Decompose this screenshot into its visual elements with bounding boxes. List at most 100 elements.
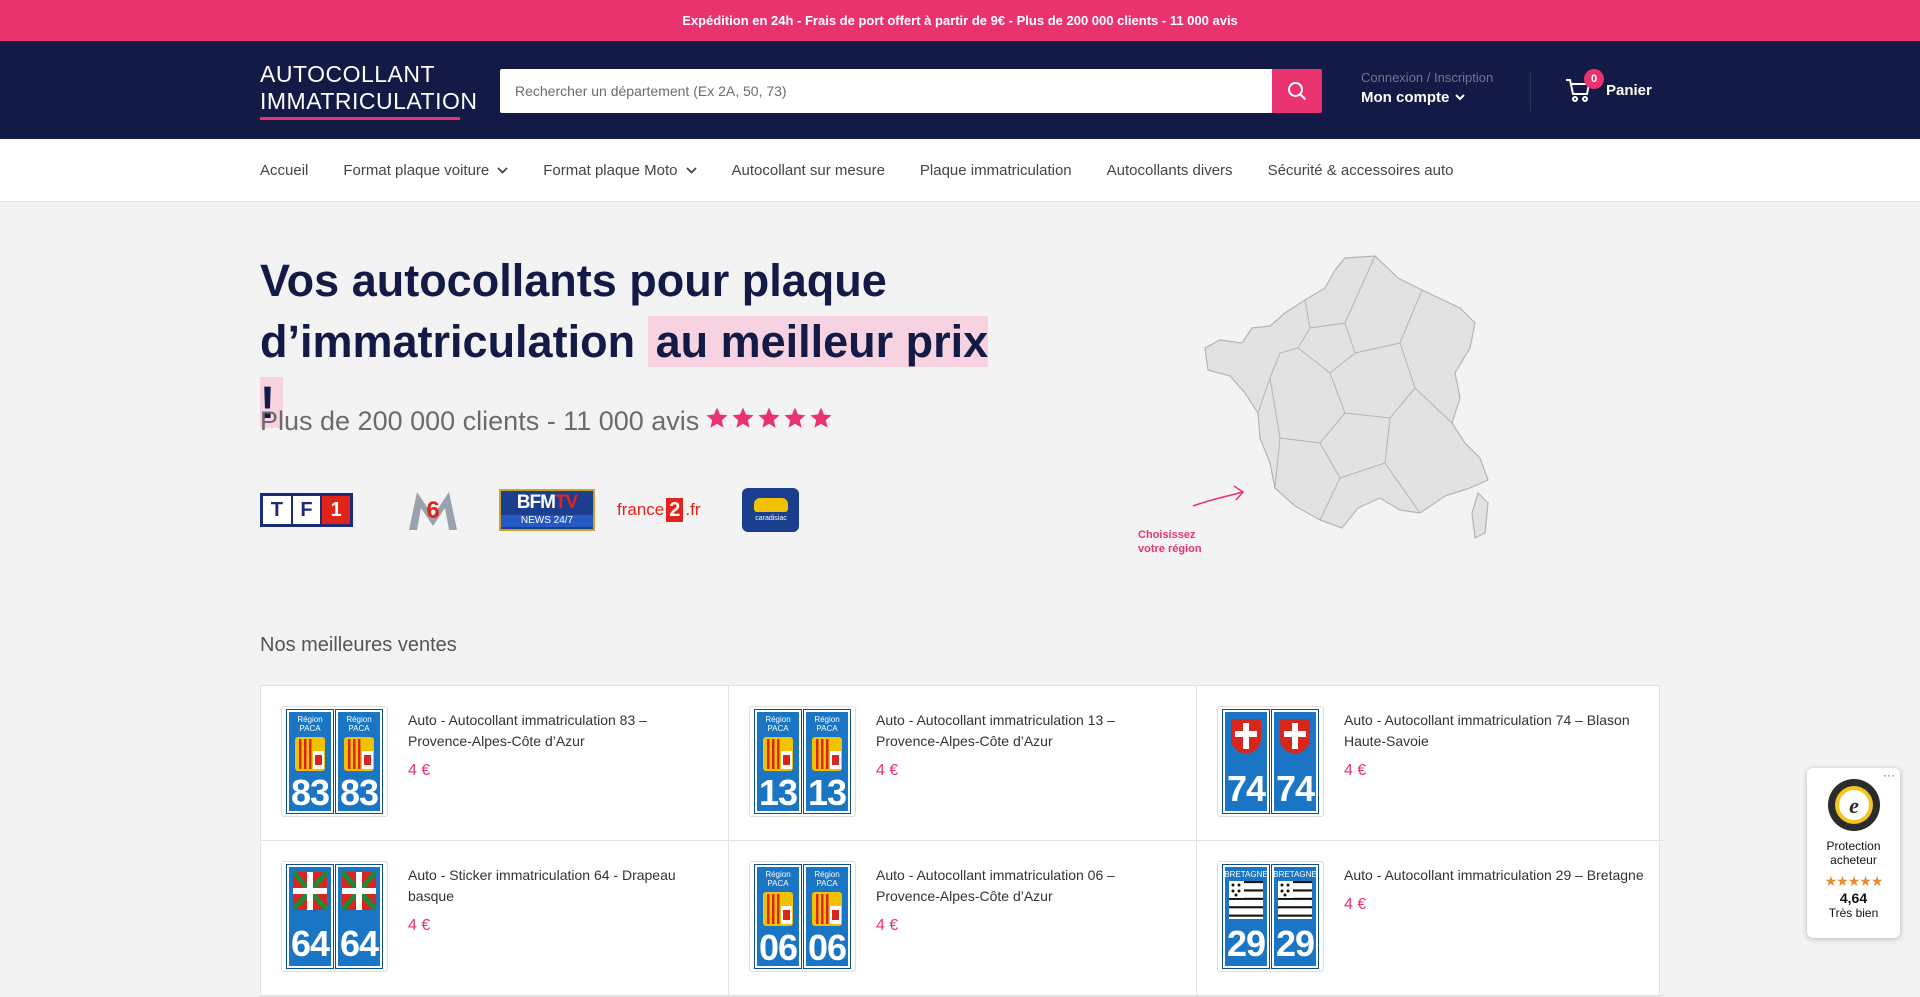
- nav-label: Plaque immatriculation: [919, 161, 1072, 179]
- product-info: Auto - Autocollant immatriculation 83 – …: [408, 706, 708, 820]
- plate-number: 64: [339, 923, 379, 964]
- main-nav: Accueil Format plaque voiture Format pla…: [0, 139, 1920, 202]
- login-link[interactable]: Connexion / Inscription: [1361, 70, 1493, 85]
- product-info: Auto - Autocollant immatriculation 29 – …: [1344, 861, 1644, 975]
- nav-label: Accueil: [260, 161, 309, 179]
- plate-sticker: Région PACA 06: [754, 864, 802, 969]
- plate-region-label: Région PACA: [765, 870, 791, 888]
- search-button[interactable]: [1272, 69, 1322, 113]
- product-title[interactable]: Auto - Autocollant immatriculation 74 – …: [1344, 710, 1644, 752]
- more-options-icon[interactable]: ···: [1883, 768, 1895, 782]
- svg-text:6: 6: [426, 497, 439, 524]
- region-emblem-icon: [810, 890, 844, 928]
- product-title[interactable]: Auto - Autocollant immatriculation 13 – …: [876, 710, 1176, 752]
- svg-text:e: e: [1849, 793, 1859, 818]
- product-info: Auto - Autocollant immatriculation 74 – …: [1344, 706, 1644, 820]
- region-emblem-icon: [1229, 881, 1263, 919]
- trust-stars: ★★★★★: [1824, 873, 1884, 889]
- plate-sticker: 74: [1271, 709, 1319, 814]
- plate-region-label: BRETAGNE: [1273, 870, 1317, 879]
- region-emblem-icon: [761, 890, 795, 928]
- product-price: 4 €: [408, 762, 431, 779]
- chevron-down-icon: [497, 166, 508, 174]
- product-image[interactable]: 64 64: [281, 861, 388, 972]
- product-title[interactable]: Auto - Autocollant immatriculation 29 – …: [1344, 865, 1644, 886]
- plate-sticker: Région PACA 13: [754, 709, 802, 814]
- nav-item-accueil[interactable]: Accueil: [260, 162, 308, 179]
- product-card[interactable]: Région PACA 13 Région PACA 13 Auto - Autocol…: [729, 686, 1197, 841]
- plate-sticker: Région PACA 83: [286, 709, 334, 814]
- plate-number: 83: [339, 772, 379, 813]
- product-card[interactable]: 64 64 Auto - Sticker immatriculation 64 - …: [261, 841, 729, 996]
- france-map[interactable]: [1130, 248, 1500, 568]
- plate-sticker: BRETAGNE 29: [1271, 864, 1319, 969]
- plate-number: 06: [807, 927, 847, 968]
- product-title[interactable]: Auto - Autocollant immatriculation 83 – …: [408, 710, 708, 752]
- plate-sticker: BRETAGNE 29: [1222, 864, 1270, 969]
- nav-item-format-voiture[interactable]: Format plaque voiture: [343, 162, 508, 179]
- region-emblem-icon: [810, 735, 844, 773]
- product-price: 4 €: [1344, 896, 1367, 913]
- plate-region-label: Région PACA: [814, 870, 840, 888]
- product-image[interactable]: Région PACA 83 Région PACA 83: [281, 706, 388, 817]
- account-menu[interactable]: Connexion / Inscription Mon compte: [1361, 70, 1493, 106]
- region-emblem-icon: [761, 735, 795, 773]
- star-icon: [705, 406, 729, 437]
- product-price: 4 €: [408, 917, 431, 934]
- plate-sticker: 64: [286, 864, 334, 969]
- plate-sticker: Région PACA 13: [803, 709, 851, 814]
- product-grid: Région PACA 83 Région PACA 83 Auto - Autocol…: [260, 685, 1664, 997]
- site-logo[interactable]: AUTOCOLLANT IMMATRICULATION: [260, 61, 477, 120]
- product-title[interactable]: Auto - Autocollant immatriculation 06 – …: [876, 865, 1176, 907]
- nav-item-sur-mesure[interactable]: Autocollant sur mesure: [732, 162, 885, 179]
- product-card[interactable]: Région PACA 06 Région PACA 06 Auto - Autocol…: [729, 841, 1197, 996]
- product-image[interactable]: BRETAGNE 29 BRETAGNE 29: [1217, 861, 1324, 972]
- cart-button[interactable]: 0 Panier: [1564, 69, 1652, 104]
- product-price: 4 €: [876, 917, 899, 934]
- search-input[interactable]: [500, 69, 1272, 113]
- m6-logo: 6: [409, 492, 457, 530]
- trusted-seal-icon: e: [1827, 779, 1880, 831]
- nav-item-format-moto[interactable]: Format plaque Moto: [543, 161, 697, 179]
- plate-number: 74: [1226, 768, 1266, 809]
- region-emblem-icon: [291, 870, 329, 912]
- trust-label: Protection acheteur: [1826, 839, 1881, 867]
- star-icon: [809, 406, 833, 437]
- product-title[interactable]: Auto - Sticker immatriculation 64 - Drap…: [408, 865, 708, 907]
- nav-label: Sécurité & accessoires auto: [1267, 161, 1454, 179]
- nav-label: Format plaque Moto: [543, 161, 678, 179]
- nav-item-securite[interactable]: Sécurité & accessoires auto: [1268, 162, 1454, 179]
- product-price: 4 €: [876, 762, 899, 779]
- france2-logo: france 2 .fr: [617, 498, 701, 522]
- header-divider: [1530, 71, 1531, 111]
- product-card[interactable]: 74 74 Auto - Autocollant immatriculation 7…: [1197, 686, 1664, 841]
- region-emblem-icon: [340, 870, 378, 912]
- caradisiac-logo: caradisiac: [742, 488, 800, 532]
- product-info: Auto - Sticker immatriculation 64 - Drap…: [408, 861, 708, 975]
- clients-text: Plus de 200 000 clients - 11 000 avis: [260, 406, 700, 436]
- cart-label: Panier: [1606, 81, 1652, 99]
- region-emblem-icon: [293, 735, 327, 773]
- clients-line: Plus de 200 000 clients - 11 000 avis: [260, 406, 833, 437]
- nav-item-plaque[interactable]: Plaque immatriculation: [920, 162, 1072, 179]
- product-card[interactable]: Région PACA 83 Région PACA 83 Auto - Autocol…: [261, 686, 729, 841]
- region-emblem-icon: [1278, 717, 1312, 755]
- product-price: 4 €: [1344, 762, 1367, 779]
- plate-number: 74: [1275, 768, 1315, 809]
- star-icon: [731, 406, 755, 437]
- trusted-shops-badge[interactable]: ··· e Protection acheteur ★★★★★ 4,64 Trè…: [1807, 768, 1900, 938]
- announcement-text: Expédition en 24h - Frais de port offert…: [682, 13, 1238, 28]
- plate-number: 13: [758, 772, 798, 813]
- announcement-bar: Expédition en 24h - Frais de port offert…: [0, 0, 1920, 41]
- product-image[interactable]: 74 74: [1217, 706, 1324, 817]
- plate-region-label: BRETAGNE: [1224, 870, 1268, 879]
- region-emblem-icon: [1229, 717, 1263, 755]
- nav-label: Autocollant sur mesure: [731, 161, 885, 179]
- product-card[interactable]: BRETAGNE 29 BRETAGNE 29 Auto - Autocollant i…: [1197, 841, 1664, 996]
- product-image[interactable]: Région PACA 13 Région PACA 13: [749, 706, 856, 817]
- nav-item-divers[interactable]: Autocollants divers: [1107, 162, 1233, 179]
- search-bar: [500, 69, 1322, 113]
- account-toggle[interactable]: Mon compte: [1361, 89, 1493, 106]
- plate-number: 06: [758, 927, 798, 968]
- product-image[interactable]: Région PACA 06 Région PACA 06: [749, 861, 856, 972]
